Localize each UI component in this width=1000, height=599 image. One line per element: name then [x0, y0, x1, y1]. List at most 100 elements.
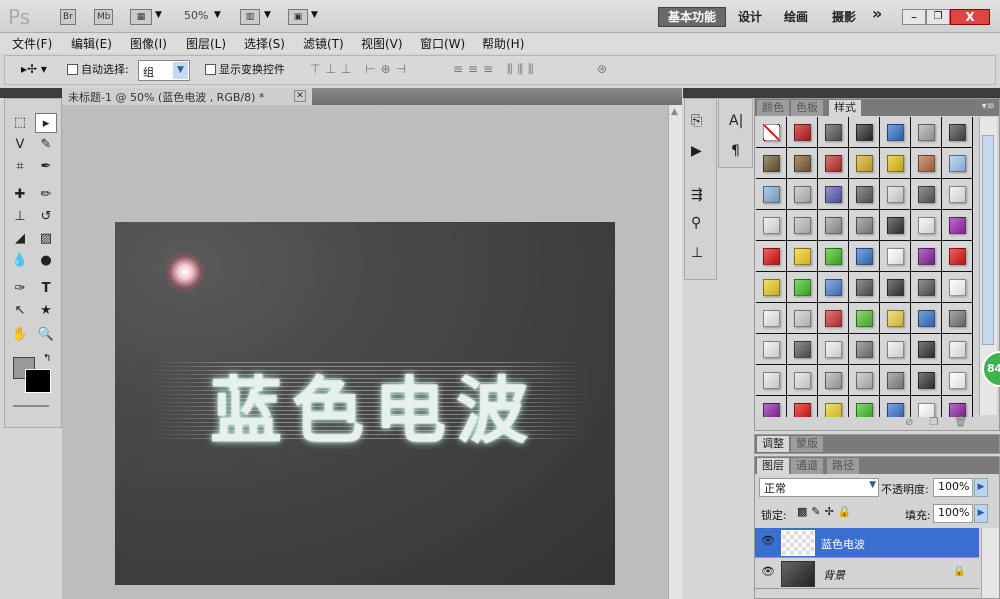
style-swatch[interactable] [849, 334, 880, 365]
style-swatch[interactable] [880, 179, 911, 210]
scroll-up-icon[interactable]: ▲ [671, 107, 678, 117]
style-swatch[interactable] [756, 396, 787, 417]
style-swatch[interactable] [911, 117, 942, 148]
history-brush-icon[interactable]: ↺ [35, 207, 57, 227]
eyedropper-tool-icon[interactable]: ✒ [35, 157, 57, 177]
style-swatch[interactable] [818, 210, 849, 241]
style-swatch[interactable] [942, 148, 973, 179]
menu-edit[interactable]: 编辑(E) [71, 35, 112, 52]
tab-channels[interactable]: 通道 [791, 458, 823, 474]
style-swatch[interactable] [756, 179, 787, 210]
hand-tool-icon[interactable]: ✋ [9, 325, 31, 345]
style-swatch[interactable] [818, 148, 849, 179]
zoom-level[interactable]: 50% [184, 9, 208, 22]
style-swatch[interactable] [942, 396, 973, 417]
character-panel-icon[interactable]: A| [729, 113, 743, 129]
move-tool-icon[interactable]: ▸ [35, 113, 57, 133]
style-swatch[interactable] [849, 210, 880, 241]
style-swatch[interactable] [942, 272, 973, 303]
style-swatch[interactable] [756, 241, 787, 272]
style-swatch[interactable] [818, 179, 849, 210]
document-tab[interactable]: 未标题-1 @ 50% (蓝色电波 , RGB/8) * ✕ [62, 88, 312, 105]
style-swatch[interactable] [911, 241, 942, 272]
menu-help[interactable]: 帮助(H) [482, 35, 524, 52]
stamp-tool-icon[interactable]: ⊥ [9, 207, 31, 227]
eye-icon[interactable]: 👁 [759, 534, 777, 552]
path-select-tool-icon[interactable]: ↖ [9, 301, 31, 321]
opacity-slider-button[interactable]: ▶ [974, 478, 988, 497]
shape-tool-icon[interactable]: ★ [35, 301, 57, 321]
paragraph-panel-icon[interactable]: ¶ [731, 143, 740, 159]
layers-scrollbar[interactable] [981, 528, 999, 598]
workspace-painting[interactable]: 绘画 [784, 8, 808, 25]
align-buttons-icon[interactable]: ⊤⊥⊥ ⊢⊕⊣ [310, 62, 411, 76]
workspace-photography[interactable]: 摄影 [832, 8, 856, 25]
style-swatch[interactable] [787, 179, 818, 210]
styles-footer-icons[interactable]: ⊘❐🗑 [905, 417, 983, 428]
style-swatch[interactable] [911, 210, 942, 241]
style-swatch[interactable] [787, 117, 818, 148]
lock-icons[interactable]: ▩✎✢🔒 [797, 505, 856, 518]
style-swatch[interactable] [756, 210, 787, 241]
marquee-tool-icon[interactable]: ⬚ [9, 113, 31, 133]
style-swatch[interactable] [818, 241, 849, 272]
tab-layers[interactable]: 图层 [757, 458, 789, 474]
style-swatch[interactable] [911, 365, 942, 396]
style-swatch[interactable] [880, 210, 911, 241]
blend-mode-select[interactable]: 正常 ▼ [759, 478, 879, 497]
brush-presets-icon[interactable]: ⇶ [691, 187, 703, 203]
view-extras-icon[interactable]: ▦ [130, 9, 152, 25]
style-swatch[interactable] [756, 334, 787, 365]
fill-input[interactable]: 100% [933, 504, 973, 523]
tab-color[interactable]: 颜色 [757, 100, 789, 116]
style-swatch[interactable] [911, 334, 942, 365]
style-swatch[interactable] [849, 179, 880, 210]
type-tool-icon[interactable]: T [35, 279, 57, 299]
menu-filter[interactable]: 滤镜(T) [303, 35, 344, 52]
tab-styles[interactable]: 样式 [829, 100, 861, 116]
style-swatch[interactable] [911, 148, 942, 179]
style-swatch[interactable] [880, 148, 911, 179]
style-swatch[interactable] [787, 365, 818, 396]
style-swatch[interactable] [787, 148, 818, 179]
layer-row-text[interactable]: 👁 蓝色电波 [755, 528, 979, 558]
menu-view[interactable]: 视图(V) [361, 35, 403, 52]
style-swatch[interactable] [787, 272, 818, 303]
distribute-buttons-icon[interactable]: ≡≡≡ ⫼⫼⫼ [453, 62, 539, 77]
chevron-down-icon[interactable]: ▼ [214, 10, 221, 20]
style-swatch[interactable] [911, 303, 942, 334]
style-swatch[interactable] [787, 396, 818, 417]
mini-bridge-button[interactable]: Mb [94, 9, 114, 25]
minimize-button[interactable]: – [902, 9, 926, 25]
style-swatch[interactable] [787, 241, 818, 272]
chevron-down-icon[interactable]: ▼ [264, 10, 271, 20]
tab-swatches[interactable]: 色板 [791, 100, 823, 116]
workspace-essentials[interactable]: 基本功能 [658, 7, 726, 27]
style-swatch[interactable] [942, 179, 973, 210]
style-swatch[interactable] [880, 334, 911, 365]
style-swatch[interactable] [880, 117, 911, 148]
lasso-tool-icon[interactable]: ᐯ [9, 135, 31, 155]
style-swatch[interactable] [849, 117, 880, 148]
style-swatch[interactable] [756, 148, 787, 179]
auto-select-checkbox[interactable] [67, 64, 78, 75]
style-swatch[interactable] [787, 210, 818, 241]
style-swatch[interactable] [818, 303, 849, 334]
style-swatch[interactable] [911, 396, 942, 417]
style-swatch[interactable] [818, 272, 849, 303]
dodge-tool-icon[interactable]: ● [35, 251, 57, 271]
style-swatch[interactable] [818, 334, 849, 365]
actions-panel-icon[interactable]: ▶ [691, 143, 702, 159]
tab-masks[interactable]: 蒙版 [791, 436, 823, 452]
history-panel-icon[interactable]: ⎘ [691, 113, 702, 129]
fill-slider-button[interactable]: ▶ [974, 504, 988, 523]
clone-source-icon[interactable]: ⚲ [691, 215, 701, 231]
quick-mask-icon[interactable] [13, 405, 49, 407]
style-swatch[interactable] [849, 396, 880, 417]
more-workspaces-button[interactable]: » [872, 4, 882, 23]
style-swatch[interactable] [818, 396, 849, 417]
arrange-documents-icon[interactable]: ▥ [240, 9, 260, 25]
style-swatch[interactable] [942, 334, 973, 365]
style-swatch[interactable] [911, 179, 942, 210]
auto-align-icon[interactable]: ⊛ [597, 62, 607, 76]
